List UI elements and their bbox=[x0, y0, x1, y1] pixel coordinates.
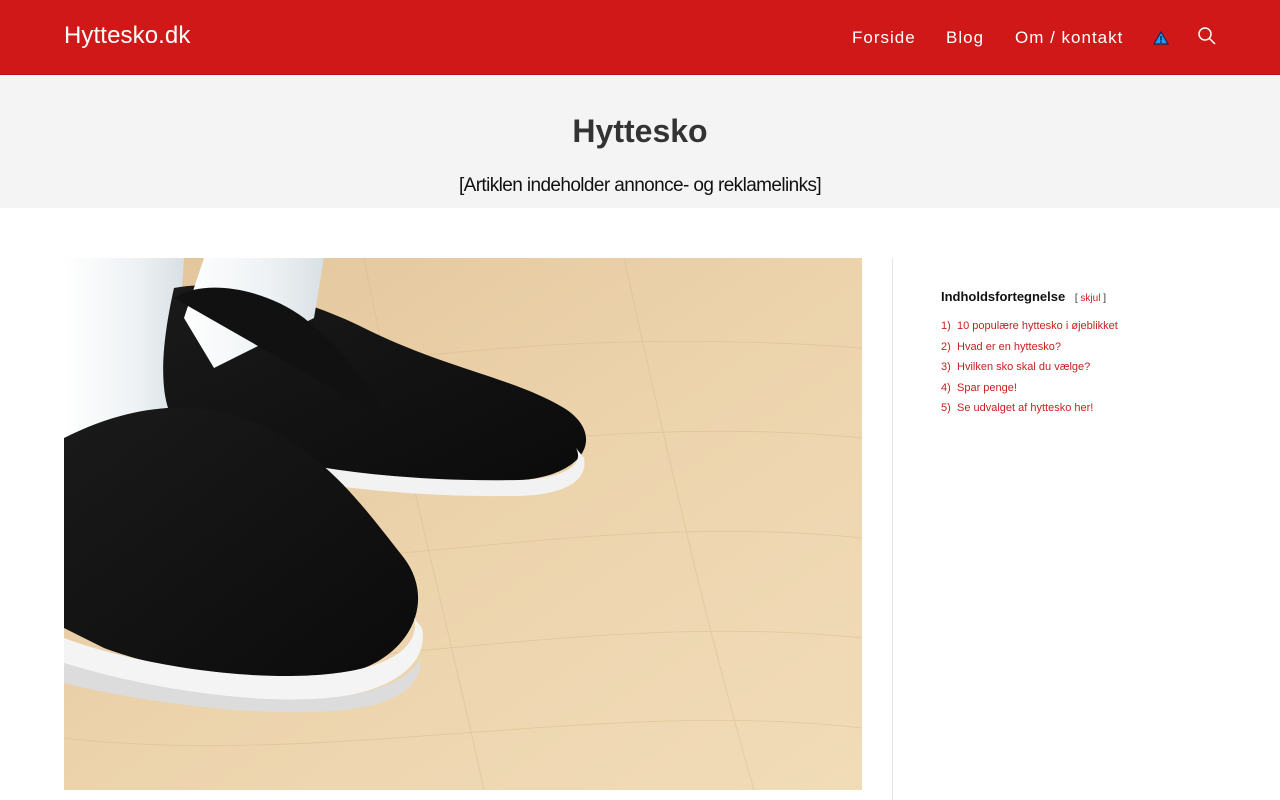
nav-blog[interactable]: Blog bbox=[946, 28, 984, 48]
search-icon[interactable] bbox=[1197, 26, 1217, 46]
toc-hide-link[interactable]: skjul bbox=[1080, 293, 1100, 304]
toc-item: 1) 10 populære hyttesko i øjeblikket bbox=[941, 320, 1118, 332]
toc-link[interactable]: 10 populære hyttesko i øjeblikket bbox=[957, 320, 1118, 332]
table-of-contents: Indholdsfortegnelse [ skjul ] 1) 10 popul… bbox=[941, 289, 1221, 419]
toc-list: 1) 10 populære hyttesko i øjeblikket 2) Hv… bbox=[941, 316, 1221, 419]
toc-link[interactable]: Hvilken sko skal du vælge? bbox=[957, 361, 1090, 373]
toc-link[interactable]: Spar penge! bbox=[957, 382, 1017, 394]
toc-item: 3) Hvilken sko skal du vælge? bbox=[941, 361, 1091, 374]
site-logo[interactable]: Hyttesko.dk bbox=[64, 22, 190, 50]
toc-item: 2) Hvad er en hyttesko? bbox=[941, 340, 1061, 353]
toc-header: Indholdsfortegnelse [ skjul ] bbox=[941, 289, 1221, 304]
nav-forside[interactable]: Forside bbox=[852, 28, 916, 48]
ad-disclaimer: [Artiklen indeholder annonce- og reklame… bbox=[458, 175, 822, 196]
sidebar-divider bbox=[892, 258, 893, 800]
nav-om-kontakt[interactable]: Om / kontakt bbox=[1015, 28, 1123, 48]
toc-link[interactable]: Se udvalget af hyttesko her! bbox=[957, 402, 1093, 414]
toc-link[interactable]: Hvad er en hyttesko? bbox=[957, 341, 1061, 353]
toc-title: Indholdsfortegnelse bbox=[941, 289, 1066, 304]
warning-triangle-icon[interactable] bbox=[1152, 30, 1170, 45]
page-title: Hyttesko bbox=[572, 113, 708, 149]
site-header: Hyttesko.dk Forside Blog Om / kontakt bbox=[0, 0, 1280, 75]
toc-item: 5) Se udvalget af hyttesko her! bbox=[941, 402, 1094, 415]
toc-item: 4) Spar penge! bbox=[941, 381, 1017, 394]
hero-image-slip-on-shoes bbox=[64, 258, 862, 790]
toc-toggle: [ skjul ] bbox=[1074, 293, 1106, 304]
